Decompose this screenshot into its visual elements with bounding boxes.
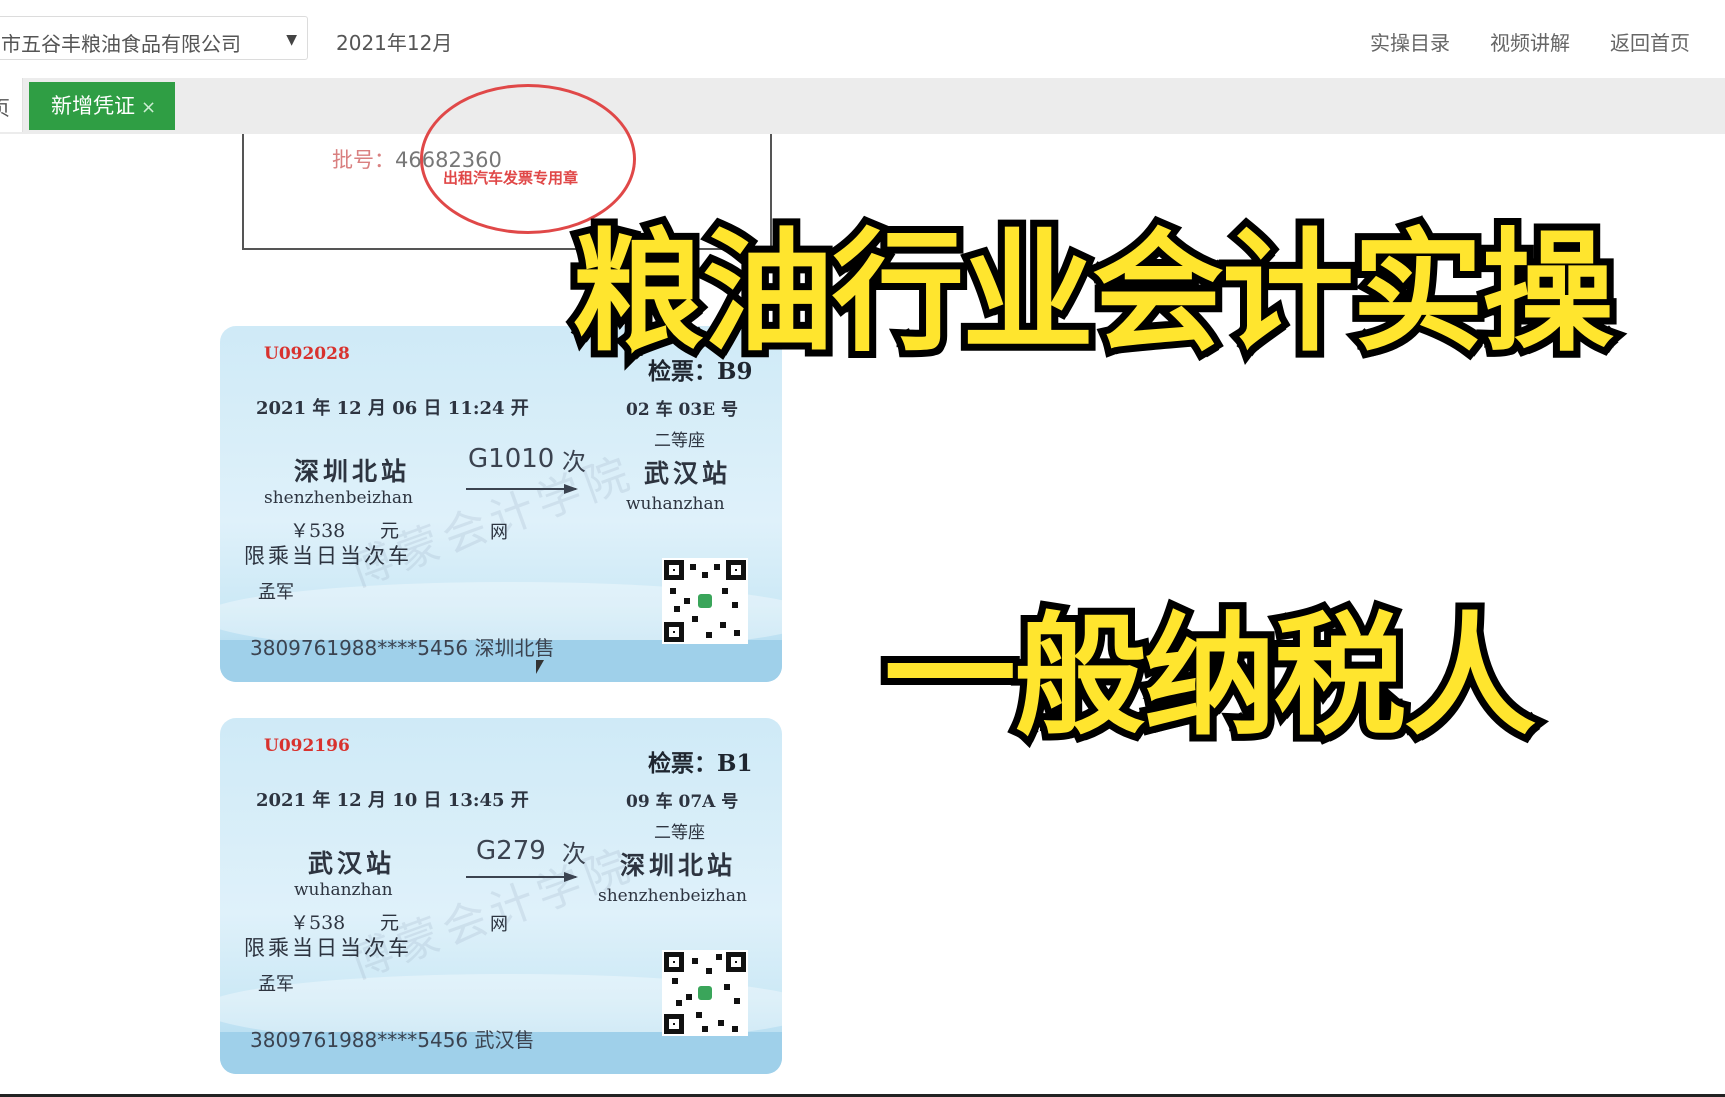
ticket-datetime: 2021 年 12 月 10 日 13:45 开 xyxy=(256,790,529,811)
ticket-class: 二等座 xyxy=(654,431,705,451)
tab-new-voucher-label: 新增凭证 xyxy=(51,94,135,118)
ticket-id-line: 3809761988****5456 深圳北售 xyxy=(250,636,555,660)
ticket-channel: 网 xyxy=(490,914,508,935)
direction-arrow-icon xyxy=(466,484,578,494)
ticket-train-no: G1010 xyxy=(468,444,555,474)
ticket-gate: 检票：B1 xyxy=(648,750,753,777)
overlay-subtitle: 一般纳税人 xyxy=(877,593,1543,761)
ticket-serial: U092196 xyxy=(264,736,350,756)
ticket-train-suffix: 次 xyxy=(562,840,586,868)
direction-arrow-icon xyxy=(466,872,578,882)
ticket-datetime: 2021 年 12 月 06 日 11:24 开 xyxy=(256,398,529,419)
train-ticket: 博蒙会计学院 U092028 检票：B9 2021 年 12 月 06 日 11… xyxy=(220,326,782,682)
ticket-price-unit: 元 xyxy=(380,520,400,542)
overlay-title: 粮油行业会计实操 xyxy=(565,209,1621,377)
batch-label: 批号： xyxy=(332,148,395,172)
train-ticket: 博蒙会计学院 U092196 检票：B1 2021 年 12 月 10 日 13… xyxy=(220,718,782,1074)
ticket-to-station: 武汉站 xyxy=(644,459,732,488)
top-bar: 市五谷丰粮油食品有限公司 ▼ 2021年12月 实操目录 视频讲解 返回首页 xyxy=(0,0,1725,79)
period-label: 2021年12月 xyxy=(336,31,453,55)
ticket-train-no: G279 xyxy=(476,836,546,866)
chevron-down-icon[interactable]: ▼ xyxy=(286,32,297,48)
tab-new-voucher[interactable]: 新增凭证 × xyxy=(29,82,175,130)
nav-link-home[interactable]: 返回首页 xyxy=(1610,27,1690,56)
ticket-train-suffix: 次 xyxy=(562,448,586,476)
ticket-limit: 限乘当日当次车 xyxy=(244,544,412,568)
ticket-seat: 09 车 07A 号 xyxy=(626,792,739,812)
tab-previous-label: 页 xyxy=(0,92,10,121)
ticket-to-pinyin: shenzhenbeizhan xyxy=(598,886,747,906)
qr-code-icon xyxy=(662,950,748,1036)
nav-link-video[interactable]: 视频讲解 xyxy=(1490,27,1570,56)
ticket-from-station: 武汉站 xyxy=(308,849,396,878)
ticket-passenger: 孟军 xyxy=(258,582,294,603)
close-icon[interactable]: × xyxy=(141,97,156,118)
batch-number: 批号：46682360 xyxy=(332,144,502,174)
ticket-class: 二等座 xyxy=(654,823,705,843)
ticket-price: ￥538 xyxy=(290,520,346,542)
ticket-from-station: 深圳北站 xyxy=(294,457,411,486)
batch-value: 46682360 xyxy=(395,148,502,172)
nav-link-catalog[interactable]: 实操目录 xyxy=(1370,27,1450,56)
ticket-from-pinyin: wuhanzhan xyxy=(294,880,393,900)
ticket-limit: 限乘当日当次车 xyxy=(244,936,412,960)
mouse-cursor-icon xyxy=(536,660,544,674)
ticket-price-unit: 元 xyxy=(380,912,400,934)
ticket-passenger: 孟军 xyxy=(258,974,294,995)
company-select[interactable]: 市五谷丰粮油食品有限公司 ▼ xyxy=(0,16,308,60)
tab-previous[interactable]: 页 xyxy=(0,78,23,132)
ticket-to-station: 深圳北站 xyxy=(620,851,737,880)
ticket-serial: U092028 xyxy=(264,344,350,364)
ticket-seat: 02 车 03E 号 xyxy=(626,400,739,420)
qr-code-icon xyxy=(662,558,748,644)
tab-strip: 页 新增凭证 × xyxy=(0,78,1725,134)
ticket-price: ￥538 xyxy=(290,912,346,934)
company-select-value: 市五谷丰粮油食品有限公司 xyxy=(1,32,241,56)
ticket-to-pinyin: wuhanzhan xyxy=(626,494,725,514)
ticket-from-pinyin: shenzhenbeizhan xyxy=(264,488,413,508)
ticket-channel: 网 xyxy=(490,522,508,543)
ticket-id-line: 3809761988****5456 武汉售 xyxy=(250,1028,535,1052)
